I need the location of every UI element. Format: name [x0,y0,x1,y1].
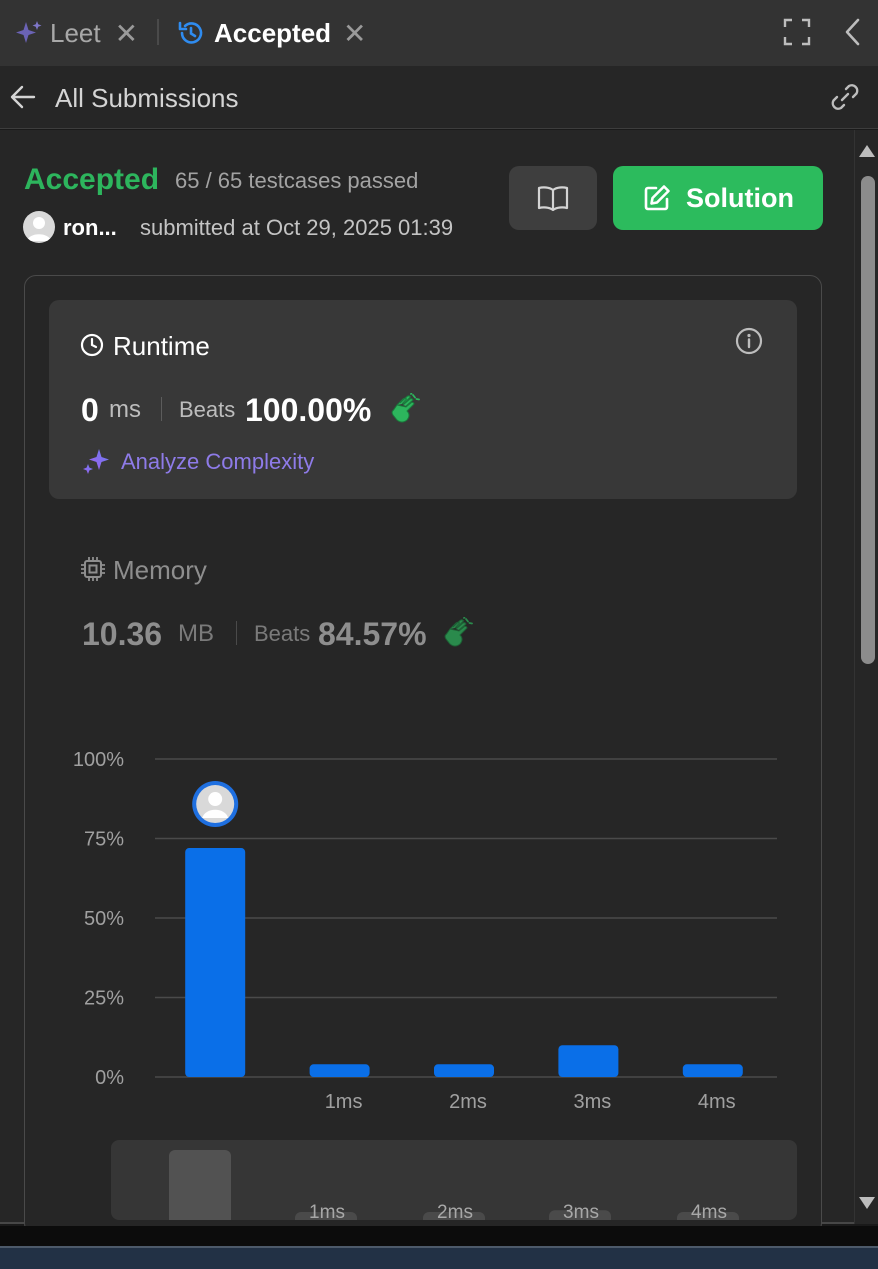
taskbar [0,1246,878,1269]
tab-accepted-label: Accepted [214,17,332,48]
x-tick-label: 2ms [449,1091,487,1113]
bar [185,848,246,1077]
sparkle-icon [83,449,109,474]
edit-icon [644,185,670,211]
x-tick-label: 3ms [574,1091,612,1113]
analyze-complexity-link[interactable]: Analyze Complexity [121,449,314,475]
memory-value: 10.36 [82,616,163,652]
runtime-title: Runtime [113,331,210,361]
bar [434,1064,494,1077]
navigator-label: 3ms [563,1202,599,1220]
history-icon [178,21,203,44]
bar [558,1045,619,1077]
runtime-unit: ms [109,396,141,423]
tab-leet-label: Leet [50,17,101,48]
y-tick-label: 50% [84,908,124,930]
scroll-down-icon[interactable] [858,1196,876,1210]
user-icon [27,217,51,241]
divider [161,397,162,421]
username[interactable]: ron... [63,215,117,241]
runtime-beats-label: Beats [179,397,236,422]
book-icon [537,186,569,212]
avatar[interactable] [23,211,55,243]
submission-status: Accepted [24,163,160,196]
x-tick-label: 4ms [698,1091,736,1113]
submitted-time: submitted at Oct 29, 2025 01:39 [140,215,454,240]
solution-label: Solution [686,182,794,213]
memory-title[interactable]: Memory [113,555,207,586]
all-submissions-link[interactable]: All Submissions [55,83,239,114]
scroll-up-icon[interactable] [858,144,876,158]
divider [236,621,237,645]
runtime-percent: 100.00% [245,392,372,428]
memory-beats-label: Beats [254,621,311,646]
arrow-left-icon[interactable] [9,83,37,111]
chart-navigator[interactable]: 1ms 2ms 3ms 4ms [111,1140,797,1220]
navigator-label: 1ms [309,1202,345,1220]
window-bottom-edge [0,1226,878,1246]
user-icon [208,792,223,807]
editorial-button[interactable] [509,166,597,230]
chevron-left-icon[interactable] [842,17,864,47]
navigator-label: 4ms [691,1202,727,1220]
tab-accepted[interactable]: Accepted ✕ [176,0,367,66]
solution-button[interactable]: Solution [613,166,823,230]
y-tick-label: 75% [84,829,124,851]
y-tick-label: 0% [95,1067,124,1089]
x-tick-label: 1ms [325,1091,363,1113]
tab-divider [157,19,159,45]
link-icon[interactable] [827,79,863,115]
navigator-label: 2ms [437,1202,473,1220]
close-icon[interactable]: ✕ [343,17,366,50]
info-icon[interactable] [735,327,763,355]
y-tick-label: 100% [73,749,124,771]
tab-bar: Leet ✕ Accepted ✕ [0,0,878,66]
memory-percent: 84.57% [318,616,427,652]
testcases-count: 65 / 65 testcases passed [175,168,419,193]
chip-icon [81,557,105,581]
memory-unit: MB [178,620,214,647]
navigator-bar [169,1150,231,1220]
y-tick-label: 25% [84,988,124,1010]
runtime-distribution-chart: 0% 25% 50% 75% 100% 1ms 2ms 3ms 4ms [73,749,777,1113]
fullscreen-icon[interactable] [782,17,812,47]
bar [309,1064,370,1077]
runtime-value: 0 [81,392,99,428]
clock-icon [80,333,104,357]
clap-icon [444,617,473,647]
sparkle-icon [16,21,42,43]
tab-leet[interactable]: Leet ✕ [14,0,138,66]
scrollbar-thumb[interactable] [861,176,875,664]
bar [682,1064,743,1077]
submissions-header: All Submissions [0,66,878,129]
clap-icon [391,393,420,423]
close-icon[interactable]: ✕ [115,17,138,50]
